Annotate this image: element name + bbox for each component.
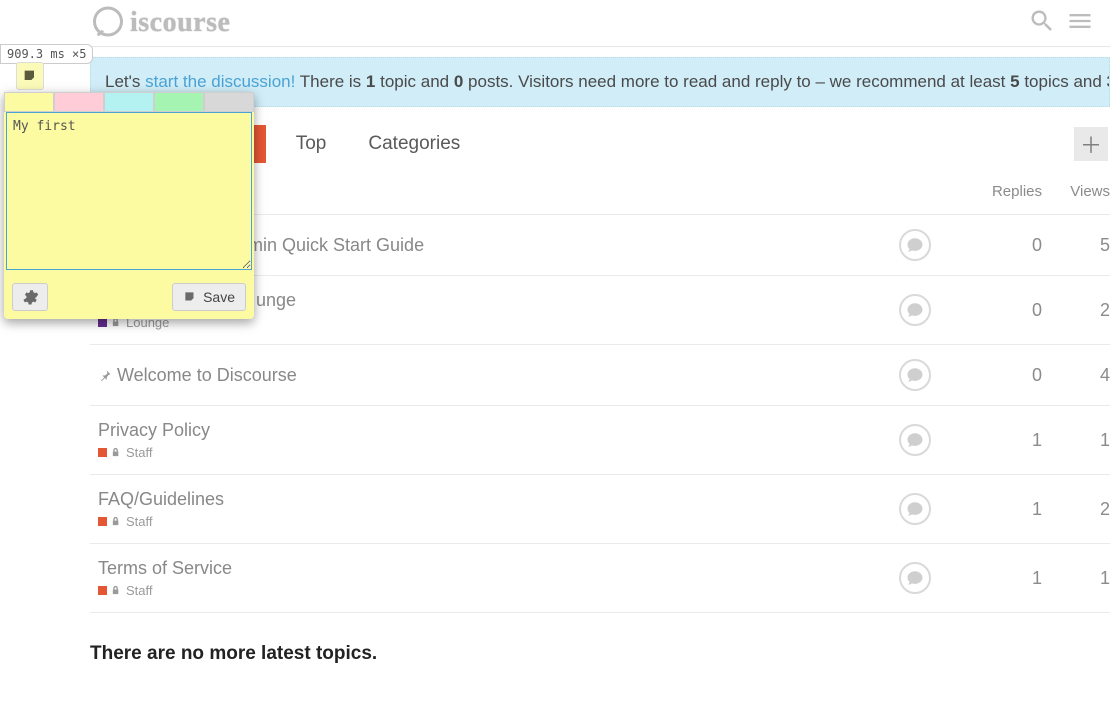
lock-icon [111,585,122,596]
topic-category[interactable]: Staff [98,514,852,529]
topic-replies: 0 [970,276,1050,345]
hamburger-menu-icon[interactable] [1066,7,1094,40]
topic-views: 4 [1050,345,1110,406]
color-cyan[interactable] [104,92,154,112]
sticky-save-label: Save [203,289,235,305]
topic-title[interactable]: FAQ/Guidelines [98,489,852,510]
logo-text: iscourse [130,7,230,39]
start-discussion-link[interactable]: start the discussion! [145,72,295,91]
color-green[interactable] [154,92,204,112]
category-color-badge [98,448,107,457]
topic-row: Welcome to Discourse 04 [90,345,1110,406]
category-name: Staff [126,445,153,460]
topic-views: 5 [1050,215,1110,276]
poster-avatar[interactable] [899,424,931,456]
color-pink[interactable] [54,92,104,112]
sticky-settings-button[interactable] [12,283,48,311]
tab-top[interactable]: Top [284,125,339,163]
speech-bubble-icon [906,366,924,384]
speech-bubble-icon [906,301,924,319]
topic-row: Terms of Service Staff 11 [90,544,1110,613]
poster-avatar[interactable] [899,562,931,594]
tab-categories[interactable]: Categories [356,125,472,163]
speech-bubble-icon [906,431,924,449]
col-views[interactable]: Views [1050,173,1110,215]
col-users [860,173,970,215]
topic-row: FAQ/Guidelines Staff 12 [90,475,1110,544]
poster-avatar[interactable] [899,294,931,326]
topic-row: Privacy Policy Staff 11 [90,406,1110,475]
topic-replies: 1 [970,475,1050,544]
topic-title[interactable]: Welcome to Discourse [98,365,852,386]
col-replies[interactable]: Replies [970,173,1050,215]
lock-icon [111,516,122,527]
category-color-badge [98,318,107,327]
perf-badge[interactable]: 909.3 ms ×5 [0,44,93,64]
topic-replies: 0 [970,215,1050,276]
topic-views: 2 [1050,475,1110,544]
category-name: Staff [126,583,153,598]
poster-avatar[interactable] [899,493,931,525]
poster-avatar[interactable] [899,359,931,391]
topic-title[interactable]: Privacy Policy [98,420,852,441]
color-yellow[interactable] [4,92,54,112]
sticky-note-popup: Save [4,92,254,319]
sticky-note-textarea[interactable] [6,112,252,270]
search-icon[interactable] [1028,7,1056,40]
pin-icon [98,368,113,383]
category-color-badge [98,517,107,526]
sticky-color-picker [4,92,254,112]
topic-title[interactable]: Terms of Service [98,558,852,579]
note-icon [22,68,38,84]
logo[interactable]: iscourse [90,5,230,41]
topic-category[interactable]: Staff [98,583,852,598]
sticky-note-toggle[interactable] [16,62,44,90]
new-topic-button[interactable]: ＋ [1074,127,1108,161]
sticky-save-button[interactable]: Save [172,283,246,311]
speech-bubble-icon [906,500,924,518]
color-gray[interactable] [204,92,254,112]
banner-text: Let's [105,72,145,91]
speech-bubble-icon [906,236,924,254]
no-more-topics: There are no more latest topics. [90,643,1110,665]
topic-views: 1 [1050,406,1110,475]
note-icon [183,290,197,304]
speech-bubble-icon [906,569,924,587]
topic-replies: 1 [970,544,1050,613]
topic-replies: 0 [970,345,1050,406]
topic-replies: 1 [970,406,1050,475]
topic-views: 1 [1050,544,1110,613]
header: iscourse [0,0,1110,46]
speech-bubble-icon [90,5,126,41]
category-color-badge [98,586,107,595]
topic-category[interactable]: Staff [98,445,852,460]
topic-views: 2 [1050,276,1110,345]
poster-avatar[interactable] [899,229,931,261]
gear-icon [21,288,39,306]
lock-icon [111,447,122,458]
category-name: Staff [126,514,153,529]
